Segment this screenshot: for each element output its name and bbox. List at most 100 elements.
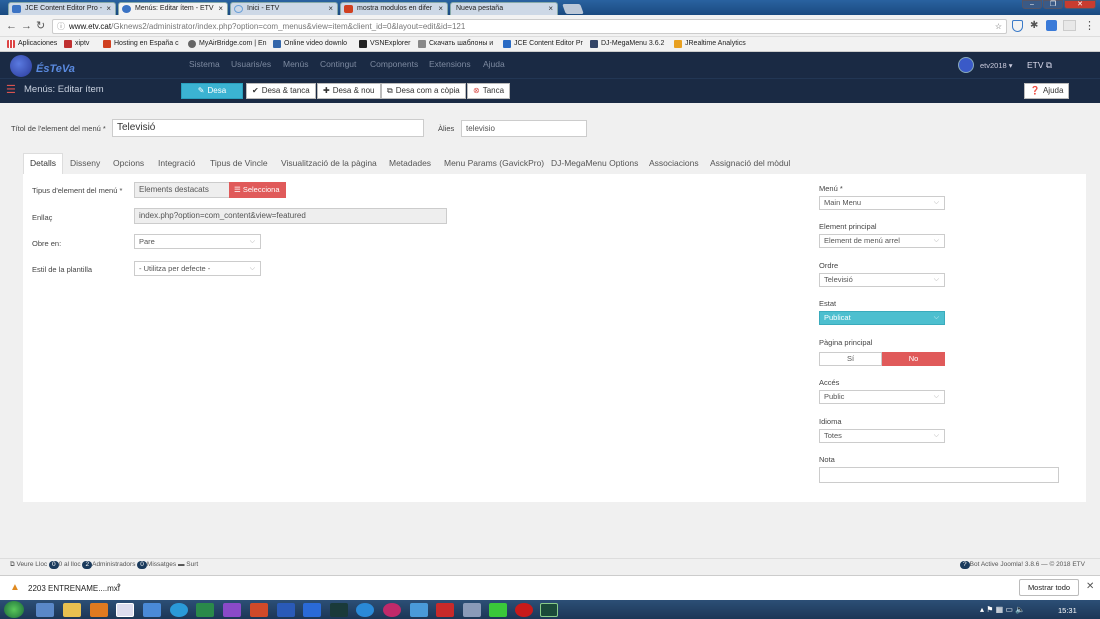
close-icon[interactable]: ✕: [1086, 581, 1094, 592]
tab-tipus-vincle[interactable]: Tipus de Vincle: [210, 158, 268, 168]
logout-link[interactable]: ▬ Surt: [178, 561, 198, 568]
save-button[interactable]: ✎ Desa: [181, 83, 243, 99]
order-select[interactable]: Televisió ⌵: [819, 273, 945, 287]
bookmark-item[interactable]: MyAirBridge.com | En: [188, 38, 267, 50]
download-item[interactable]: 2203 ENTRENAME....mxf: [28, 584, 120, 593]
start-button[interactable]: [4, 601, 24, 618]
logo-icon[interactable]: [10, 55, 32, 77]
hamburger-icon[interactable]: ☰: [6, 83, 16, 96]
close-icon[interactable]: ×: [548, 3, 553, 15]
title-input[interactable]: Televisió: [112, 119, 424, 137]
tab-detalls[interactable]: Detalls: [30, 158, 56, 168]
tab-dj-megamenu[interactable]: DJ-MegaMenu Options: [551, 158, 638, 168]
bookmark-item[interactable]: JRealtime Analytics: [674, 38, 746, 50]
shield-extension-icon[interactable]: [1012, 20, 1023, 32]
taskbar-onenote-icon[interactable]: [223, 603, 241, 617]
taskbar-app-icon[interactable]: [383, 603, 401, 617]
taskbar-outlook-icon[interactable]: [303, 603, 321, 617]
extension-icon[interactable]: ✱: [1030, 20, 1038, 31]
close-icon[interactable]: ×: [328, 3, 333, 15]
browser-tab[interactable]: JCE Content Editor Pro - ×: [8, 2, 116, 15]
new-tab-button[interactable]: [562, 4, 584, 14]
close-icon[interactable]: ×: [438, 3, 443, 15]
taskbar-chrome-icon[interactable]: [116, 603, 134, 617]
tab-menu-params[interactable]: Menu Params (GavickPro): [444, 158, 544, 168]
show-all-button[interactable]: Mostrar todo: [1019, 579, 1079, 596]
extension-badge-icon[interactable]: [1063, 20, 1076, 31]
taskbar-word-icon[interactable]: [277, 603, 295, 617]
taskbar-media-icon[interactable]: [90, 603, 108, 617]
bookmark-item[interactable]: VSNExplorer: [359, 38, 410, 50]
menu-contingut[interactable]: Contingut: [320, 59, 356, 69]
save-close-button[interactable]: ✔ Desa & tanca: [246, 83, 316, 99]
menu-select[interactable]: Main Menu ⌵: [819, 196, 945, 210]
tab-disseny[interactable]: Disseny: [70, 158, 100, 168]
taskbar-filezilla-icon[interactable]: [436, 603, 454, 617]
bookmark-item[interactable]: Hosting en España c: [103, 38, 179, 50]
alias-input[interactable]: televisio: [461, 120, 587, 137]
minimize-button[interactable]: ‒: [1022, 0, 1042, 9]
vimeo-extension-icon[interactable]: [1046, 20, 1057, 31]
save-new-button[interactable]: ✚ Desa & nou: [317, 83, 381, 99]
status-select[interactable]: Publicat ⌵: [819, 311, 945, 325]
browser-tab[interactable]: Inici - ETV ×: [230, 2, 338, 15]
tab-integracio[interactable]: Integració: [158, 158, 195, 168]
menu-sistema[interactable]: Sistema: [189, 59, 220, 69]
help-button[interactable]: ❓ Ajuda: [1024, 83, 1070, 99]
close-window-button[interactable]: ✕: [1064, 0, 1096, 9]
bookmark-apps[interactable]: Aplicaciones: [7, 38, 57, 50]
close-icon[interactable]: ×: [218, 3, 223, 15]
menu-ajuda[interactable]: Ajuda: [483, 59, 505, 69]
browser-tab[interactable]: Nueva pestaña ×: [450, 2, 558, 15]
browser-tab-active[interactable]: Menús: Editar ítem - ETV ×: [118, 2, 228, 15]
taskbar-app-icon[interactable]: [36, 603, 54, 617]
bookmark-item[interactable]: Скачать шаблоны и: [418, 38, 493, 50]
taskbar-app-icon[interactable]: [489, 603, 507, 617]
menu-components[interactable]: Components: [370, 59, 418, 69]
taskbar-excel-icon[interactable]: [196, 603, 214, 617]
chevron-up-icon[interactable]: ⌃: [115, 582, 123, 593]
menu-menus[interactable]: Menús: [283, 59, 309, 69]
note-input[interactable]: [819, 467, 1059, 483]
access-select[interactable]: Public ⌵: [819, 390, 945, 404]
taskbar-app-icon[interactable]: [170, 603, 188, 617]
taskbar-explorer-icon[interactable]: [63, 603, 81, 617]
menu-usuaris[interactable]: Usuaris/es: [231, 59, 271, 69]
taskbar-app-icon[interactable]: [143, 603, 161, 617]
tab-associacions[interactable]: Associacions: [649, 158, 699, 168]
bookmark-item[interactable]: Online video downlo: [273, 38, 347, 50]
close-icon[interactable]: ×: [106, 3, 111, 15]
taskbar-app-icon[interactable]: [356, 603, 374, 617]
style-select[interactable]: - Utilitza per defecte - ⌵: [134, 261, 261, 276]
reload-icon[interactable]: ↻: [36, 19, 45, 33]
home-yes-toggle[interactable]: Sí: [819, 352, 882, 366]
maximize-button[interactable]: ❐: [1043, 0, 1063, 9]
tab-opcions[interactable]: Opcions: [113, 158, 144, 168]
save-copy-button[interactable]: ⧉ Desa com a còpia: [381, 83, 466, 99]
taskbar-app-icon[interactable]: [463, 603, 481, 617]
menu-extensions[interactable]: Extensions: [429, 59, 471, 69]
bookmark-item[interactable]: DJ-MegaMenu 3.6.2: [590, 38, 664, 50]
taskbar-app-icon[interactable]: [330, 603, 348, 617]
menu-dots-icon[interactable]: ⋮: [1084, 19, 1095, 32]
bookmark-item[interactable]: xiptv: [64, 38, 89, 50]
forward-arrow-icon[interactable]: →: [21, 19, 32, 33]
user-avatar[interactable]: [958, 57, 974, 73]
parent-select[interactable]: Element de menú arrel ⌵: [819, 234, 945, 248]
view-site-link[interactable]: ⧉ Veure Lloc: [10, 561, 47, 568]
user-menu[interactable]: etv2018 ▾: [980, 61, 1013, 70]
taskbar-app-icon[interactable]: [515, 603, 533, 617]
tab-assignacio-modul[interactable]: Assignació del mòdul: [710, 158, 790, 168]
tab-metadades[interactable]: Metadades: [389, 158, 431, 168]
tab-visualitzacio[interactable]: Visualització de la pàgina: [281, 158, 377, 168]
back-arrow-icon[interactable]: ←: [6, 19, 17, 33]
system-tray-icons[interactable]: ▴ ⚑ ▦ ▭ 🔈: [980, 605, 1025, 614]
home-no-toggle[interactable]: No: [882, 352, 945, 366]
url-input[interactable]: ⓘ www.etv.cat/Gknews2/administrator/inde…: [52, 19, 1007, 34]
site-link[interactable]: ETV ⧉: [1027, 60, 1052, 71]
browser-tab[interactable]: mostra modulos en difer ×: [340, 2, 448, 15]
open-select[interactable]: Pare ⌵: [134, 234, 261, 249]
close-button[interactable]: ⊗ Tanca: [467, 83, 511, 99]
admins-text[interactable]: Administradors: [92, 561, 135, 568]
taskbar-app-icon[interactable]: [410, 603, 428, 617]
